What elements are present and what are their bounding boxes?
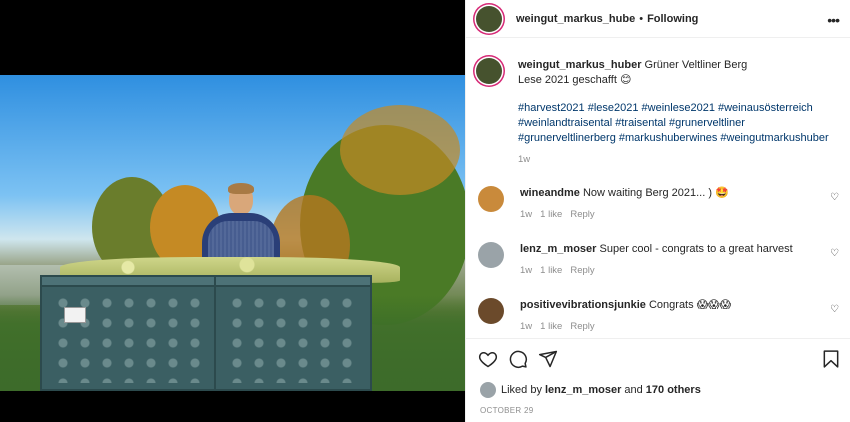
liker-avatar[interactable] bbox=[480, 382, 496, 398]
bookmark-icon[interactable] bbox=[821, 349, 841, 372]
comment-age[interactable]: 1w bbox=[520, 321, 532, 332]
liked-by-prefix: Liked by bbox=[501, 384, 542, 396]
caption-text-line1: Grüner Veltliner Berg bbox=[644, 59, 748, 71]
post-header: weingut_markus_hube • Following ••• bbox=[466, 0, 850, 38]
separator-dot: • bbox=[639, 12, 644, 25]
author-avatar[interactable] bbox=[476, 5, 502, 32]
comment-text: Now waiting Berg 2021... ) bbox=[582, 187, 712, 199]
caption-username[interactable]: weingut_markus_huber bbox=[518, 59, 641, 71]
heart-icon[interactable] bbox=[478, 349, 498, 372]
caption-age[interactable]: 1w bbox=[518, 152, 838, 167]
tree bbox=[340, 105, 460, 195]
following-button[interactable]: Following bbox=[647, 13, 698, 25]
caption: weingut_markus_huber Grüner Veltliner Be… bbox=[476, 58, 841, 167]
comment-item: positivevibrationsjunkie Congrats 😱😱😱 1w… bbox=[478, 298, 843, 332]
reply-button[interactable]: Reply bbox=[570, 209, 594, 220]
post-photo[interactable] bbox=[0, 75, 465, 391]
commenter-avatar[interactable] bbox=[478, 298, 504, 324]
liked-by: Liked by lenz_m_moser and 170 others bbox=[480, 382, 701, 398]
caption-avatar[interactable] bbox=[476, 58, 502, 84]
comment-likes[interactable]: 1 like bbox=[540, 209, 562, 220]
comment-likes[interactable]: 1 like bbox=[540, 321, 562, 332]
action-bar bbox=[466, 338, 850, 380]
comment-age[interactable]: 1w bbox=[520, 209, 532, 220]
harvest-bin bbox=[214, 275, 372, 391]
reply-button[interactable]: Reply bbox=[570, 321, 594, 332]
comment-icon[interactable] bbox=[508, 349, 528, 372]
commenter-avatar[interactable] bbox=[478, 242, 504, 268]
harvest-bin bbox=[40, 275, 218, 391]
comment-item: wineandme Now waiting Berg 2021... ) 🤩 1… bbox=[478, 186, 843, 220]
bin-sticker bbox=[64, 307, 86, 323]
comment-item: lenz_m_moser Super cool - congrats to a … bbox=[478, 242, 843, 276]
smile-emoji-icon: 😊 bbox=[619, 74, 632, 86]
screaming-emoji-icon: 😱😱😱 bbox=[696, 299, 732, 311]
comment-text: Congrats bbox=[648, 299, 694, 311]
reply-button[interactable]: Reply bbox=[570, 265, 594, 276]
liked-by-and: and bbox=[624, 384, 643, 396]
commenter-username[interactable]: lenz_m_moser bbox=[520, 243, 596, 255]
commenter-username[interactable]: positivevibrationsjunkie bbox=[520, 299, 646, 311]
liked-by-user[interactable]: lenz_m_moser bbox=[545, 384, 621, 396]
star-eyes-emoji-icon: 🤩 bbox=[715, 187, 729, 199]
instagram-post: weingut_markus_hube • Following ••• wein… bbox=[0, 0, 850, 422]
caption-text-line2: Lese 2021 geschafft bbox=[518, 74, 617, 86]
post-date[interactable]: OCTOBER 29 bbox=[480, 406, 534, 415]
comment-age[interactable]: 1w bbox=[520, 265, 532, 276]
commenter-username[interactable]: wineandme bbox=[520, 187, 580, 199]
post-details-panel: weingut_markus_hube • Following ••• wein… bbox=[465, 0, 850, 422]
author-username[interactable]: weingut_markus_hube bbox=[516, 13, 635, 25]
caption-hashtags[interactable]: #harvest2021 #lese2021 #weinlese2021 #we… bbox=[518, 101, 838, 146]
comment-like-heart-icon[interactable]: ♡ bbox=[830, 304, 839, 315]
comment-likes[interactable]: 1 like bbox=[540, 265, 562, 276]
more-options-icon[interactable]: ••• bbox=[827, 12, 840, 28]
share-icon[interactable] bbox=[538, 349, 558, 372]
comment-text: Super cool - congrats to a great harvest bbox=[599, 243, 793, 255]
comment-like-heart-icon[interactable]: ♡ bbox=[830, 248, 839, 259]
comment-like-heart-icon[interactable]: ♡ bbox=[830, 192, 839, 203]
commenter-avatar[interactable] bbox=[478, 186, 504, 212]
liked-by-others[interactable]: 170 others bbox=[646, 384, 701, 396]
post-media[interactable] bbox=[0, 0, 465, 422]
